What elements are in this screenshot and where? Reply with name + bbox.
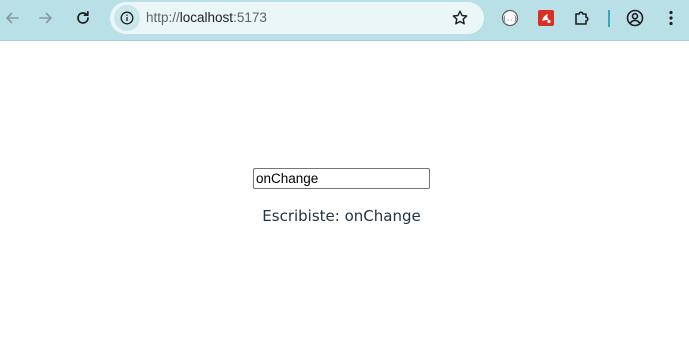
site-info-icon[interactable] (114, 5, 140, 31)
bookmark-star-icon[interactable] (450, 8, 470, 28)
url-scheme: http:// (146, 10, 180, 25)
back-arrow-icon[interactable] (0, 6, 24, 30)
echo-value: onChange (344, 207, 421, 225)
echo-prefix: Escribiste: (262, 207, 345, 225)
text-input[interactable] (253, 168, 430, 189)
reload-icon[interactable] (71, 6, 95, 30)
extensions-puzzle-icon[interactable] (570, 6, 594, 30)
extension-json-icon[interactable]: {..} (498, 6, 522, 30)
url-text[interactable]: http://localhost:5173 (146, 10, 267, 25)
toolbar-divider (608, 10, 610, 27)
url-port: :5173 (233, 10, 267, 25)
address-bar[interactable]: http://localhost:5173 (110, 2, 484, 34)
extension-red-icon[interactable] (534, 6, 558, 30)
browser-toolbar: http://localhost:5173 {..} (0, 0, 689, 41)
url-host: localhost (179, 10, 234, 25)
echo-text: Escribiste: onChange (0, 207, 683, 225)
profile-avatar-icon[interactable] (623, 6, 647, 30)
forward-arrow-icon[interactable] (34, 6, 58, 30)
kebab-menu-icon[interactable] (659, 6, 683, 30)
svg-text:{..}: {..} (503, 16, 517, 23)
page-content: Escribiste: onChange (0, 41, 689, 348)
